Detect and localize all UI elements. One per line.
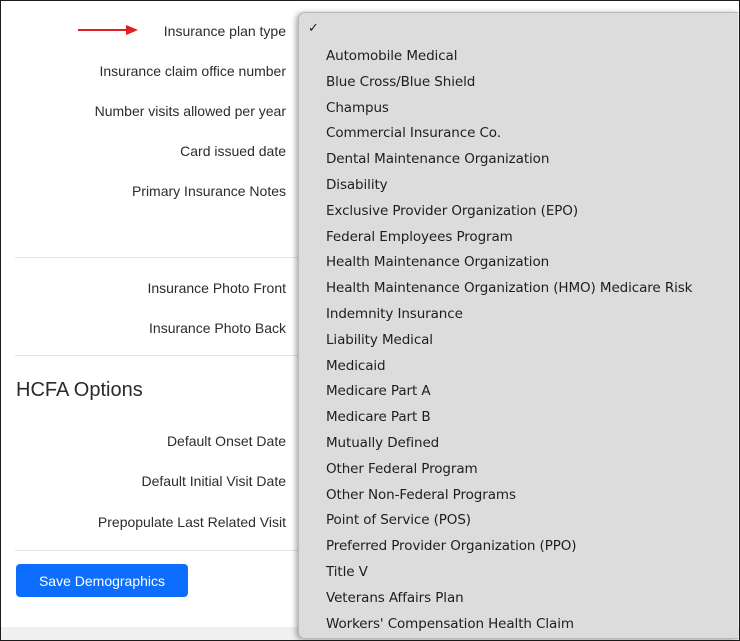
section-divider (15, 257, 305, 258)
dropdown-option[interactable]: Exclusive Provider Organization (EPO) (299, 199, 692, 225)
dropdown-option[interactable]: Title V (299, 560, 692, 586)
dropdown-option[interactable]: Commercial Insurance Co. (299, 121, 692, 147)
dropdown-option[interactable]: Disability (299, 173, 692, 199)
dropdown-option[interactable]: Preferred Provider Organization (PPO) (299, 534, 692, 560)
checkmark-icon: ✓ (308, 21, 319, 36)
hcfa-options-heading: HCFA Options (16, 379, 143, 401)
dropdown-option[interactable]: Medicare Part A (299, 379, 692, 405)
dropdown-option[interactable]: Other Non-Federal Programs (299, 483, 692, 509)
save-demographics-button[interactable]: Save Demographics (16, 564, 188, 597)
label-primary-insurance-notes: Primary Insurance Notes (131, 183, 286, 199)
dropdown-option[interactable]: Dental Maintenance Organization (299, 147, 692, 173)
dropdown-option[interactable]: Other Federal Program (299, 457, 692, 483)
dropdown-options-list: Automobile Medical Blue Cross/Blue Shield… (299, 44, 693, 638)
dropdown-option[interactable]: Medicaid (299, 354, 692, 380)
section-divider (15, 355, 305, 356)
dropdown-option[interactable]: Workers' Compensation Health Claim (299, 612, 692, 638)
label-insurance-plan-type: Insurance plan type (163, 23, 286, 39)
label-prepopulate-last-visit: Prepopulate Last Related Visit (97, 514, 286, 530)
dropdown-option[interactable]: Point of Service (POS) (299, 508, 692, 534)
dropdown-option[interactable]: Federal Employees Program (299, 225, 692, 251)
label-default-onset-date: Default Onset Date (166, 433, 286, 449)
dropdown-option[interactable]: Liability Medical (299, 328, 692, 354)
label-card-issued-date: Card issued date (180, 143, 286, 159)
dropdown-option[interactable]: Champus (299, 96, 692, 122)
dropdown-option[interactable]: Health Maintenance Organization (299, 250, 692, 276)
section-divider (15, 550, 305, 551)
dropdown-option[interactable]: Blue Cross/Blue Shield (299, 70, 692, 96)
dropdown-option[interactable]: Mutually Defined (299, 431, 692, 457)
dropdown-option[interactable]: Veterans Affairs Plan (299, 586, 692, 612)
label-claim-office-number: Insurance claim office number (99, 63, 287, 79)
dropdown-option[interactable]: Indemnity Insurance (299, 302, 692, 328)
label-visits-per-year: Number visits allowed per year (94, 103, 286, 119)
red-arrow-icon (78, 25, 138, 35)
label-photo-front: Insurance Photo Front (147, 280, 286, 296)
label-photo-back: Insurance Photo Back (149, 320, 286, 336)
dropdown-option[interactable]: Health Maintenance Organization (HMO) Me… (299, 276, 693, 302)
dropdown-option[interactable]: Automobile Medical (299, 44, 692, 70)
label-default-initial-visit-date: Default Initial Visit Date (141, 473, 286, 489)
insurance-plan-type-dropdown[interactable]: ✓ Automobile Medical Blue Cross/Blue Shie… (298, 12, 738, 639)
dropdown-option[interactable]: Medicare Part B (299, 405, 692, 431)
